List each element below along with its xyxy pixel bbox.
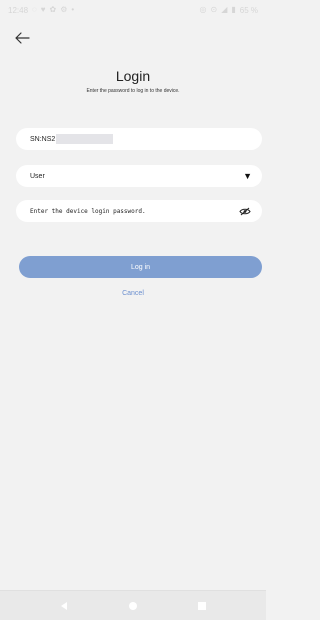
password-field[interactable] bbox=[16, 200, 262, 222]
status-bar: 12:48 ◌ ♥ ✿ ⚙ • ◎ ⊙ ◢ ▮ 65 % bbox=[0, 0, 266, 20]
recents-square-icon bbox=[197, 601, 206, 610]
serial-number-value: SN:NS2 bbox=[30, 135, 56, 143]
nav-home-button[interactable] bbox=[123, 596, 143, 616]
user-role-value: User bbox=[30, 172, 45, 180]
page-title: Login bbox=[115, 68, 151, 84]
serial-number-redaction bbox=[56, 134, 114, 144]
nav-recents-button[interactable] bbox=[192, 596, 212, 616]
password-input[interactable] bbox=[30, 207, 230, 215]
battery-icon: ▮ bbox=[231, 5, 236, 14]
home-circle-icon bbox=[128, 601, 137, 610]
heart-icon: ♥ bbox=[40, 5, 46, 14]
battery-percent: 65 % bbox=[239, 5, 258, 15]
caret-down-icon: ▼ bbox=[243, 171, 252, 181]
page-subtitle: Enter the password to log in to the devi… bbox=[86, 88, 180, 94]
back-triangle-icon bbox=[61, 601, 68, 610]
chat-icon: ◌ bbox=[32, 5, 37, 14]
serial-number-field: SN:NS2 bbox=[16, 128, 262, 150]
cancel-link[interactable]: Cancel bbox=[0, 290, 266, 297]
system-nav-bar bbox=[0, 590, 266, 620]
login-button[interactable]: Log in bbox=[19, 256, 262, 278]
signal-icon: ◢ bbox=[221, 5, 228, 14]
back-button[interactable] bbox=[10, 28, 34, 48]
settings-icon: ✿ bbox=[49, 5, 57, 14]
nav-back-button[interactable] bbox=[54, 596, 74, 616]
status-time: 12:48 bbox=[8, 5, 29, 15]
gear-icon: ⚙ bbox=[60, 5, 68, 14]
password-visibility-toggle[interactable] bbox=[238, 206, 252, 216]
arrow-left-icon bbox=[15, 32, 30, 44]
user-role-select[interactable]: User ▼ bbox=[16, 165, 262, 187]
status-right: ◎ ⊙ ◢ ▮ 65 % bbox=[200, 6, 258, 15]
alarm-icon: ⊙ bbox=[210, 5, 218, 14]
vibrate-icon: ◎ bbox=[199, 5, 207, 14]
dot-icon: • bbox=[71, 5, 75, 14]
eye-slash-icon bbox=[239, 207, 251, 215]
status-left: 12:48 ◌ ♥ ✿ ⚙ • bbox=[8, 6, 74, 15]
